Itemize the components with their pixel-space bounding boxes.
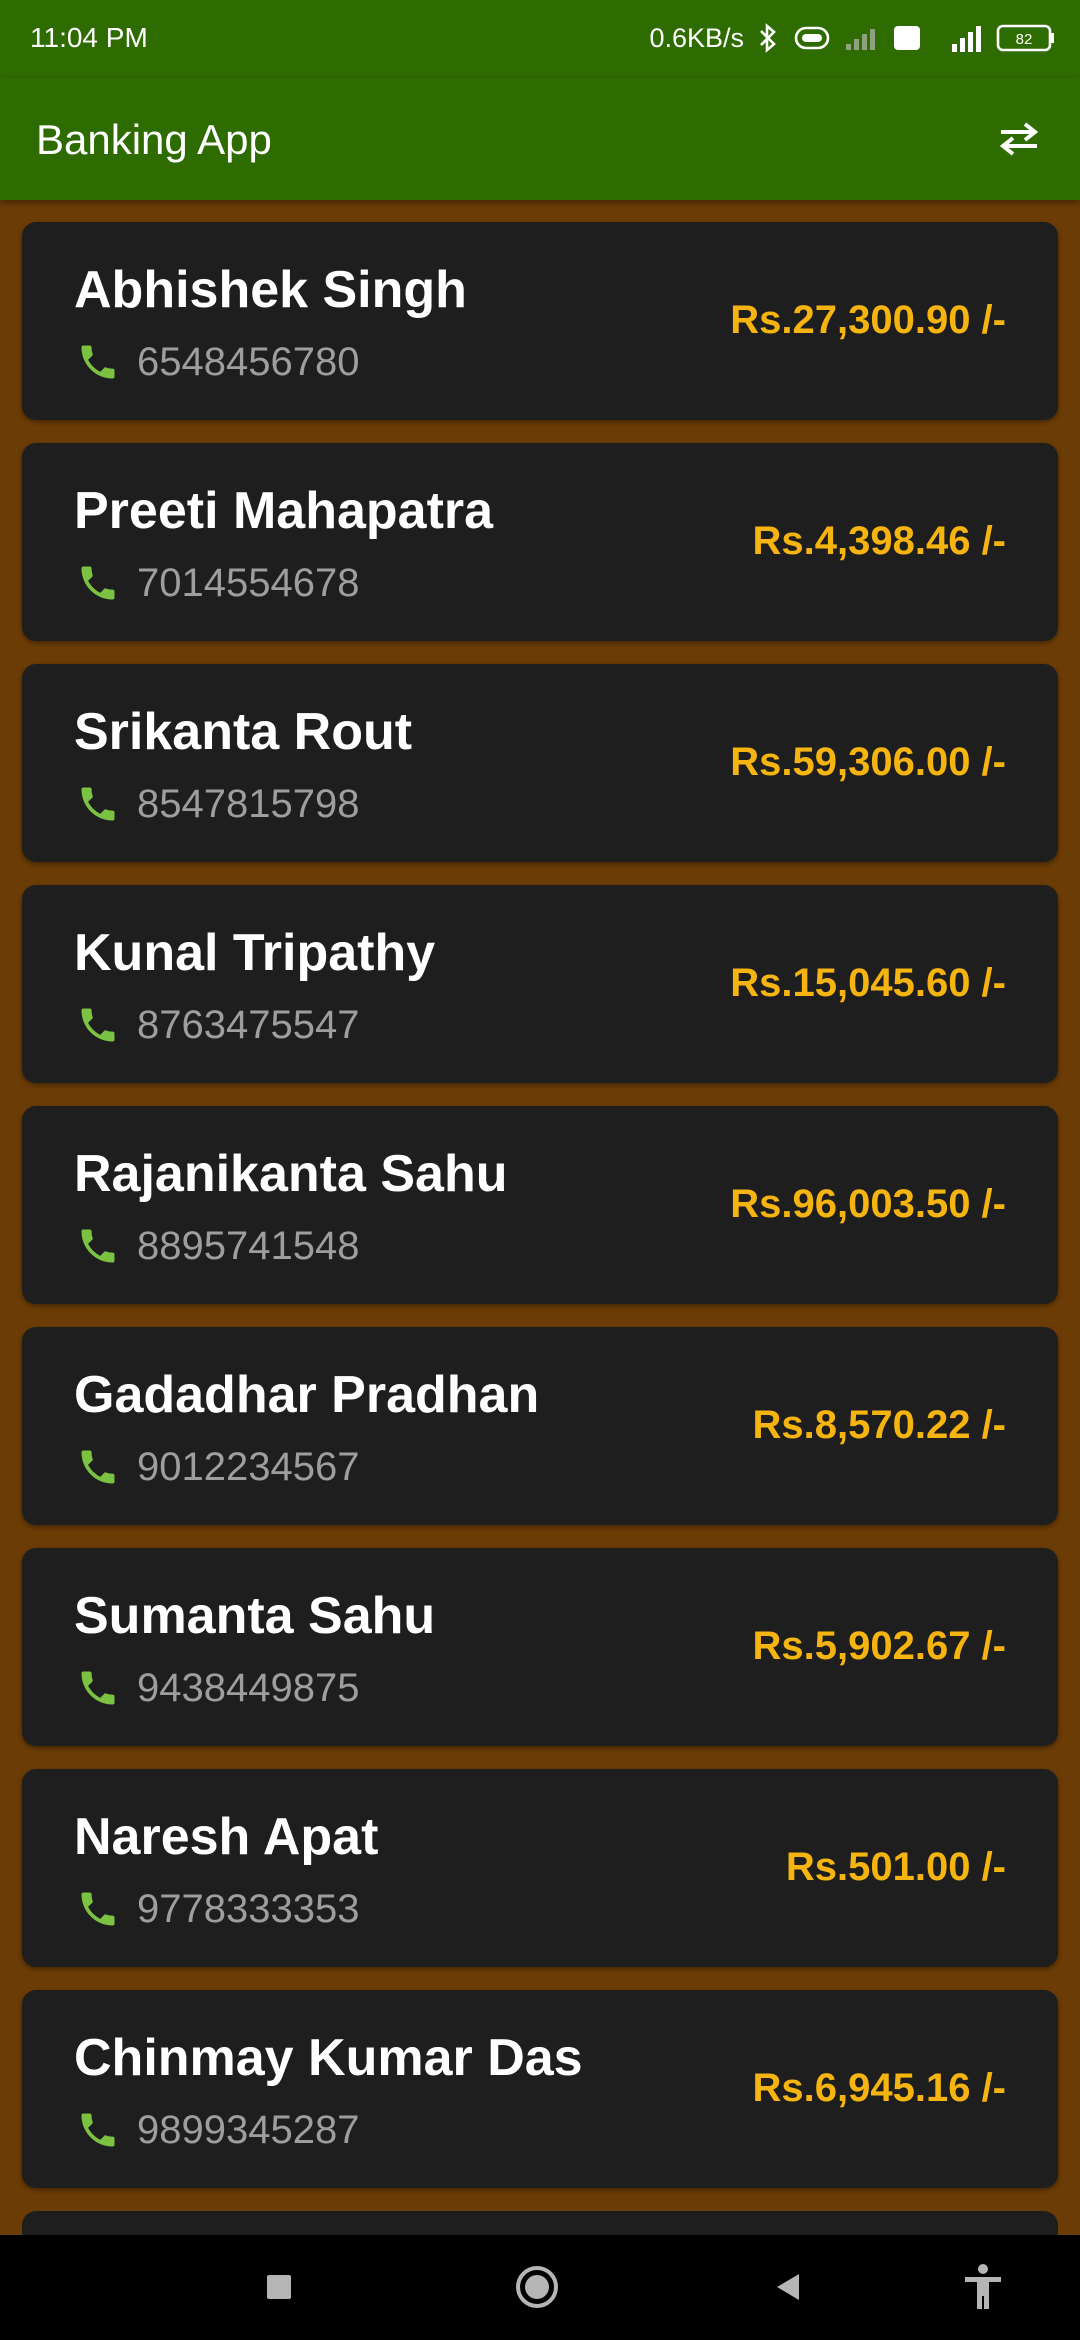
signal-icon [844, 24, 880, 52]
vibrate-icon [792, 24, 832, 52]
customer-card[interactable]: Chinmay Kumar Das 9899345287 Rs.6,945.16… [22, 1990, 1058, 2188]
customer-card[interactable]: Sumanta Sahu 9438449875 Rs.5,902.67 /- [22, 1548, 1058, 1746]
customer-card-partial[interactable] [22, 2211, 1058, 2235]
phone-icon [76, 1666, 120, 1710]
back-triangle-icon [771, 2270, 805, 2309]
customer-phone: 9899345287 [137, 2108, 360, 2152]
customer-name: Sumanta Sahu [74, 1587, 436, 1645]
signal-4g-icon [934, 22, 984, 54]
customer-list[interactable]: Abhishek Singh 6548456780 Rs.27,300.90 /… [0, 200, 1080, 2235]
back-button[interactable] [756, 2257, 820, 2321]
recents-square-icon [264, 2272, 294, 2307]
customer-balance: Rs.6,945.16 /- [752, 2066, 1007, 2110]
customer-name: Chinmay Kumar Das [74, 2029, 583, 2087]
navigation-bar [0, 2235, 1080, 2340]
customer-card[interactable]: Kunal Tripathy 8763475547 Rs.15,045.60 /… [22, 885, 1058, 1083]
phone-icon [76, 1445, 120, 1489]
phone-icon [76, 782, 120, 826]
customer-phone: 6548456780 [137, 340, 360, 384]
customer-balance: Rs.5,902.67 /- [752, 1624, 1007, 1668]
customer-name: Preeti Mahapatra [74, 482, 494, 540]
accessibility-icon [961, 2262, 1005, 2317]
volte-icon [892, 24, 922, 52]
customer-phone: 8895741548 [137, 1224, 360, 1268]
customer-name: Naresh Apat [74, 1808, 379, 1866]
app-bar: Banking App [0, 78, 1080, 200]
customer-balance: Rs.59,306.00 /- [730, 740, 1006, 784]
customer-phone: 8547815798 [137, 782, 360, 826]
status-icons: 0.6KB/s 82 [649, 16, 1056, 60]
customer-name: Srikanta Rout [74, 703, 413, 761]
phone-icon [76, 1003, 120, 1047]
recents-button[interactable] [247, 2257, 311, 2321]
status-time: 11:04 PM [30, 22, 148, 53]
customer-balance: Rs.96,003.50 /- [730, 1182, 1006, 1226]
customer-phone: 9438449875 [137, 1666, 360, 1710]
phone-icon [76, 561, 120, 605]
phone-icon [76, 1887, 120, 1931]
swap-icon [997, 119, 1041, 164]
home-circle-icon [513, 2263, 561, 2316]
customer-balance: Rs.8,570.22 /- [752, 1403, 1007, 1447]
customer-name: Rajanikanta Sahu [74, 1145, 508, 1203]
customer-card[interactable]: Rajanikanta Sahu 8895741548 Rs.96,003.50… [22, 1106, 1058, 1304]
battery-level: 82 [1016, 31, 1033, 48]
accessibility-button[interactable] [951, 2257, 1015, 2321]
customer-name: Gadadhar Pradhan [74, 1366, 540, 1424]
customer-phone: 7014554678 [137, 561, 360, 605]
home-button[interactable] [505, 2257, 569, 2321]
customer-balance: Rs.27,300.90 /- [730, 298, 1006, 342]
customer-phone: 8763475547 [137, 1003, 360, 1047]
customer-balance: Rs.15,045.60 /- [730, 961, 1006, 1005]
phone-icon [76, 340, 120, 384]
battery-icon: 82 [996, 23, 1056, 53]
customer-card[interactable]: Preeti Mahapatra 7014554678 Rs.4,398.46 … [22, 443, 1058, 641]
phone-icon [76, 1224, 120, 1268]
status-bar: 11:04 PM 0.6KB/s 82 [0, 0, 1080, 78]
swap-button[interactable] [984, 106, 1054, 176]
customer-balance: Rs.4,398.46 /- [752, 519, 1007, 563]
customer-name: Kunal Tripathy [74, 924, 436, 982]
net-speed: 0.6KB/s [649, 22, 744, 53]
bluetooth-icon [756, 22, 780, 54]
customer-phone: 9012234567 [137, 1445, 360, 1489]
customer-card[interactable]: Naresh Apat 9778333353 Rs.501.00 /- [22, 1769, 1058, 1967]
customer-name: Abhishek Singh [74, 261, 467, 319]
customer-card[interactable]: Abhishek Singh 6548456780 Rs.27,300.90 /… [22, 222, 1058, 420]
customer-phone: 9778333353 [137, 1887, 360, 1931]
phone-icon [76, 2108, 120, 2152]
customer-card[interactable]: Srikanta Rout 8547815798 Rs.59,306.00 /- [22, 664, 1058, 862]
app-title: Banking App [36, 116, 272, 163]
customer-card[interactable]: Gadadhar Pradhan 9012234567 Rs.8,570.22 … [22, 1327, 1058, 1525]
customer-balance: Rs.501.00 /- [785, 1845, 1006, 1889]
